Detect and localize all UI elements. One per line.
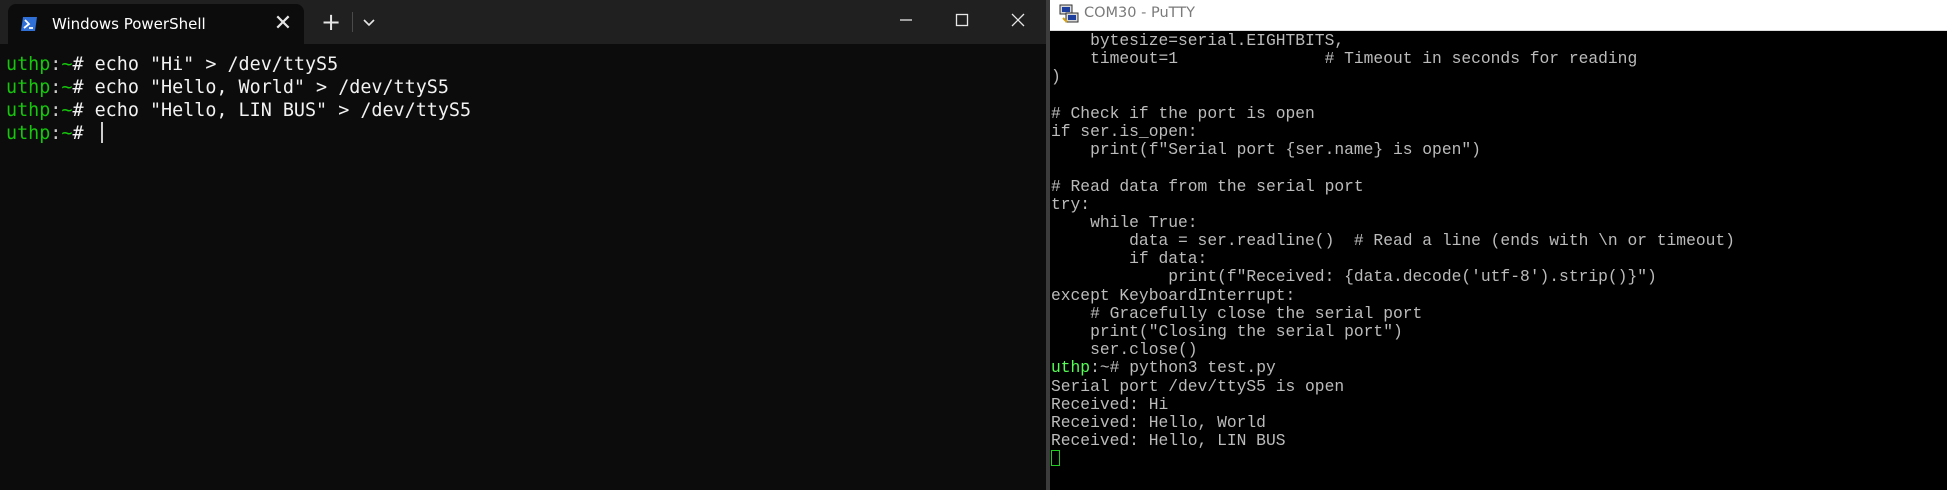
prompt-path: ~ [61, 123, 73, 144]
terminal-line: while True: [1051, 212, 1198, 232]
prompt-user: uthp [1051, 358, 1091, 378]
terminal-input-line[interactable] [1051, 450, 1947, 468]
prompt-path: ~ [61, 54, 73, 75]
window-title: COM30 - PuTTY [1084, 5, 1195, 21]
prompt-separator: : [50, 100, 62, 121]
terminal-line: timeout=1 # Timeout in seconds for readi… [1051, 49, 1638, 69]
prompt-symbol: # [72, 54, 95, 75]
terminal-line: Serial port /dev/ttyS5 is open [1051, 376, 1345, 396]
close-icon[interactable] [996, 2, 1040, 38]
powershell-window: Windows PowerShell ✕ + uthp:~# echo "Hi"… [0, 0, 1046, 490]
command-text: echo "Hi" > /dev/ttyS5 [94, 54, 339, 75]
terminal-line: data = ser.readline() # Read a line (end… [1051, 231, 1735, 251]
terminal-line: Received: Hello, LIN BUS [1051, 431, 1286, 451]
text-cursor [1051, 450, 1060, 467]
prompt-symbol: # [72, 123, 95, 144]
terminal-line: uthp:~# echo "Hello, LIN BUS" > /dev/tty… [6, 99, 1040, 122]
terminal-line: uthp:~# echo "Hi" > /dev/ttyS5 [6, 53, 1040, 76]
text-cursor [100, 122, 103, 143]
terminal-line: # Gracefully close the serial port [1051, 303, 1423, 323]
minimize-icon[interactable] [884, 2, 928, 38]
tab-title: Windows PowerShell [52, 15, 206, 33]
terminal-line: print(f"Serial port {ser.name} is open") [1051, 140, 1481, 160]
terminal-output[interactable]: bytesize=serial.EIGHTBITS, timeout=1 # T… [1051, 31, 1947, 490]
terminal-line: except KeyboardInterrupt: [1051, 285, 1296, 305]
prompt-user: uthp [6, 123, 51, 144]
close-tab-icon[interactable]: ✕ [270, 11, 296, 37]
putty-window: COM30 - PuTTY bytesize=serial.EIGHTBITS,… [1050, 0, 1947, 490]
prompt-path: ~ [61, 100, 73, 121]
program-output: Serial port /dev/ttyS5 is open Received: … [1051, 376, 1947, 451]
command-text: echo "Hello, LIN BUS" > /dev/ttyS5 [94, 100, 472, 121]
prompt-separator: : [50, 123, 62, 144]
terminal-line: if ser.is_open: [1051, 121, 1198, 141]
title-bar: COM30 - PuTTY [1050, 0, 1947, 31]
prompt-path: :~# [1090, 358, 1130, 378]
prompt-symbol: # [72, 77, 95, 98]
terminal-line: ) [1051, 67, 1061, 87]
putty-icon [1059, 4, 1079, 23]
prompt-user: uthp [6, 54, 51, 75]
new-tab-button[interactable]: + [318, 9, 344, 35]
terminal-line: try: [1051, 194, 1091, 214]
code-listing: bytesize=serial.EIGHTBITS, timeout=1 # T… [1051, 31, 1947, 360]
terminal-line: # Check if the port is open [1051, 103, 1315, 123]
command-text: echo "Hello, World" > /dev/ttyS5 [94, 77, 449, 98]
terminal-input-line[interactable]: uthp:~# [6, 122, 1040, 145]
tab-windows-powershell[interactable]: Windows PowerShell ✕ [8, 4, 304, 44]
command-text: python3 test.py [1129, 358, 1276, 378]
terminal-line: if data: [1051, 249, 1208, 269]
terminal-line: bytesize=serial.EIGHTBITS, [1051, 31, 1345, 50]
terminal-output[interactable]: uthp:~# echo "Hi" > /dev/ttyS5 uthp:~# e… [6, 53, 1040, 490]
prompt-separator: : [50, 77, 62, 98]
terminal-line: print(f"Received: {data.decode('utf-8').… [1051, 267, 1657, 287]
divider [352, 12, 353, 32]
prompt-path: ~ [61, 77, 73, 98]
maximize-icon[interactable] [940, 2, 984, 38]
terminal-line: Received: Hi [1051, 394, 1169, 414]
prompt-symbol: # [72, 100, 95, 121]
prompt-user: uthp [6, 77, 51, 98]
terminal-line: uthp:~# python3 test.py [1051, 359, 1947, 377]
prompt-separator: : [50, 54, 62, 75]
terminal-line: # Read data from the serial port [1051, 176, 1364, 196]
terminal-line: uthp:~# echo "Hello, World" > /dev/ttyS5 [6, 76, 1040, 99]
terminal-line: Received: Hello, World [1051, 412, 1266, 432]
powershell-icon [21, 17, 37, 31]
prompt-user: uthp [6, 100, 51, 121]
terminal-line: ser.close() [1051, 340, 1198, 360]
chevron-down-icon[interactable] [358, 10, 380, 34]
terminal-line: print("Closing the serial port") [1051, 322, 1403, 341]
title-bar: Windows PowerShell ✕ + [0, 0, 1046, 44]
